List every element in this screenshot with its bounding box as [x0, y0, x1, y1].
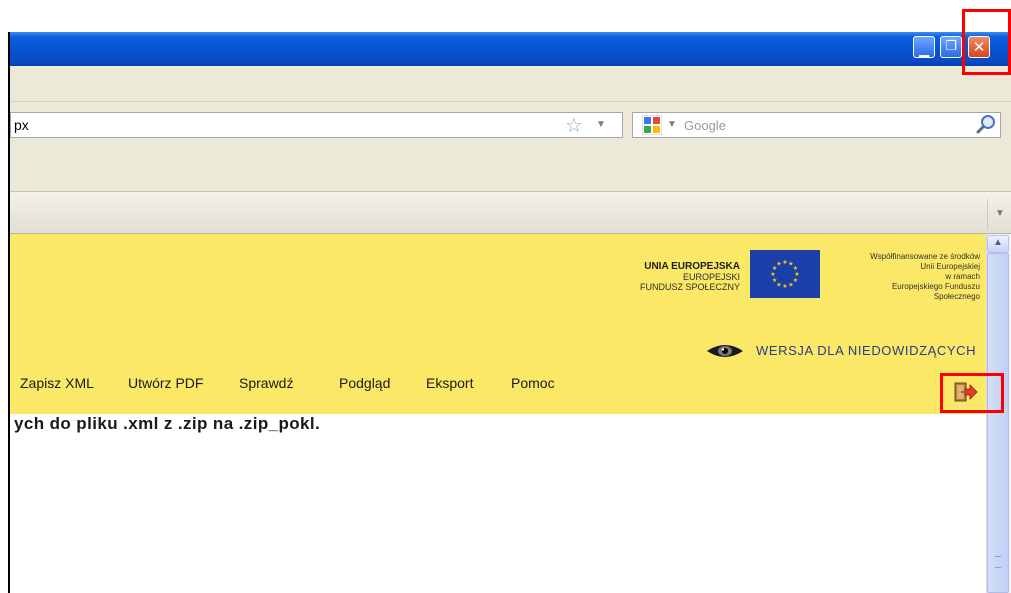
status-message: ych do pliku .xml z .zip na .zip_pokl. — [14, 414, 321, 433]
title-bar[interactable] — [10, 32, 1011, 66]
restore-icon: ❐ — [945, 39, 957, 54]
cofinancing-note: Współfinansowane ze środków Unii Europej… — [830, 252, 980, 302]
svg-text:★: ★ — [788, 281, 793, 288]
nav-help[interactable]: Pomoc — [511, 375, 555, 391]
search-engine-dropdown-icon[interactable]: ▼ — [667, 119, 677, 130]
eu-flag-logo: ★ ★ ★ ★ ★ ★ ★ ★ ★ ★ ★ ★ — [750, 250, 820, 298]
eye-icon[interactable] — [706, 342, 744, 360]
search-magnifier-icon[interactable] — [975, 113, 997, 135]
eu-label-line1: UNIA EUROPEJSKA — [644, 261, 740, 272]
bookmark-star-icon[interactable]: ☆ — [565, 113, 583, 138]
scrollbar-thumb[interactable] — [987, 253, 1009, 593]
tab-list-dropdown-icon: ▼ — [995, 208, 1005, 219]
restore-button[interactable]: ❐ — [940, 36, 962, 58]
nav-preview[interactable]: Podgląd — [339, 375, 390, 391]
google-engine-icon[interactable] — [642, 115, 662, 135]
scroll-up-button[interactable]: ▲ — [987, 235, 1009, 253]
cofinancing-line5: Społecznego — [933, 292, 980, 301]
logout-icon-highlight — [940, 373, 1004, 413]
chevron-up-icon: ▲ — [993, 237, 1003, 248]
nav-export[interactable]: Eksport — [426, 375, 473, 391]
close-button-highlight — [962, 9, 1011, 75]
svg-text:★: ★ — [772, 277, 777, 284]
address-bar-value: px — [14, 117, 29, 133]
nav-check[interactable]: Sprawdź — [239, 375, 293, 391]
eu-label-line3: FUNDUSZ SPOŁECZNY — [639, 282, 740, 292]
search-placeholder: Google — [684, 118, 726, 133]
nav-save-xml[interactable]: Zapisz XML — [20, 375, 94, 391]
tab-list-button[interactable]: ▼ — [987, 199, 1009, 229]
minimize-button[interactable]: ▁ — [913, 36, 935, 58]
svg-text:★: ★ — [782, 259, 787, 266]
cofinancing-line3: w ramach — [945, 272, 980, 281]
svg-text:★: ★ — [770, 271, 775, 278]
nav-create-pdf[interactable]: Utwórz PDF — [128, 375, 203, 391]
minimize-icon: ▁ — [919, 43, 929, 58]
cofinancing-line1: Współfinansowane ze środków — [870, 252, 980, 261]
page-content — [10, 414, 986, 593]
cofinancing-line4: Europejskiego Funduszu — [891, 282, 980, 291]
eu-label: UNIA EUROPEJSKA EUROPEJSKI FUNDUSZ SPOŁE… — [600, 261, 740, 293]
address-bar[interactable] — [10, 112, 623, 138]
low-vision-version-link[interactable]: WERSJA DLA NIEDOWIDZĄCYCH — [756, 343, 976, 358]
tab-strip — [10, 192, 1011, 234]
history-dropdown-icon[interactable]: ▼ — [596, 119, 606, 130]
scrollbar-grip — [995, 556, 1001, 568]
svg-text:★: ★ — [776, 261, 781, 268]
eu-label-line2: EUROPEJSKI — [682, 272, 740, 282]
menu-bar — [10, 66, 1011, 102]
window-left-border — [0, 32, 10, 593]
cofinancing-line2: Unii Europejskiej — [920, 262, 980, 271]
bookmarks-toolbar — [10, 150, 1011, 192]
svg-text:★: ★ — [782, 283, 787, 290]
